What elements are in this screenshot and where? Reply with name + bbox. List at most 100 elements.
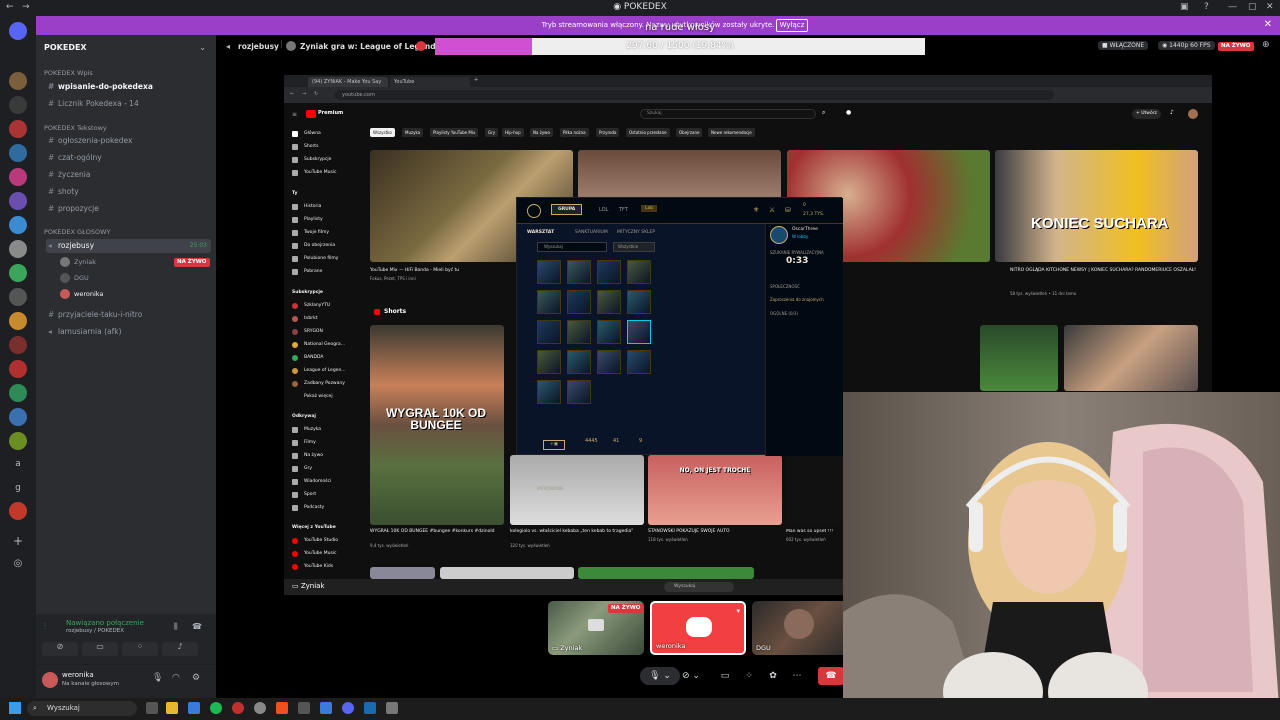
nav-movies[interactable]: Filmy (292, 438, 316, 448)
voice-user[interactable]: DGU (60, 272, 89, 284)
lol-friend-group[interactable]: OGÓLNE (0/3) (770, 311, 798, 316)
participant-tile[interactable]: ▭ Zyniak NA ŻYWO (548, 601, 644, 655)
home-icon[interactable] (9, 22, 27, 40)
browser-tab[interactable]: (94) ZYNiAK - Make You Say (308, 77, 388, 87)
champion-icon[interactable] (537, 290, 561, 314)
nav-subscription[interactable]: SRYGON (292, 327, 323, 337)
soundboard-button[interactable]: ♪ (162, 642, 198, 656)
banner-close-icon[interactable]: ✕ (1264, 19, 1272, 30)
short-thumbnail[interactable] (510, 455, 644, 525)
champion-icon[interactable] (537, 260, 561, 284)
category-label[interactable]: POKEDEX Wpis (44, 69, 93, 77)
short-thumbnail[interactable]: NO, ON JEST TROCHĘ (648, 455, 782, 525)
participant-options-icon[interactable]: ▾ (736, 607, 740, 615)
server-icon[interactable] (9, 216, 27, 234)
microphone-icon[interactable]: ● (846, 109, 851, 116)
server-initial-icon[interactable]: a (9, 459, 27, 469)
disable-streamer-mode-button[interactable]: Wyłącz (776, 19, 808, 32)
lol-subtab-mythic-shop[interactable]: MITYCZNY SKLEP (617, 230, 655, 235)
nav-music[interactable]: Muzyka (292, 425, 321, 435)
quality-badge[interactable]: ◉ 1440p 60 FPS (1158, 41, 1215, 50)
forward-icon[interactable]: → (22, 2, 30, 12)
lol-subtab-sanctuary[interactable]: SANKTUARIUM (575, 230, 608, 235)
channel-item[interactable]: # Licznik Pokedexa - 14 (46, 97, 211, 111)
mute-button[interactable]: 🎙︎ ⌄ (640, 667, 680, 685)
screen-share-icon[interactable]: ▭ (716, 667, 734, 685)
gear-icon[interactable]: ⚙ (192, 673, 200, 683)
avatar[interactable] (770, 226, 788, 244)
video-title[interactable]: NITRO OGLĄDA KITCHONE NEWSY | KONIEC SUC… (1010, 268, 1196, 274)
server-icon[interactable] (9, 240, 27, 258)
nav-subscriptions[interactable]: Subskrypcje (292, 155, 331, 165)
lol-tab-lol[interactable]: LOL (599, 207, 608, 213)
disconnect-icon[interactable]: ☎ (192, 622, 202, 631)
voice-user[interactable]: weronika (60, 288, 103, 300)
nav-podcasts[interactable]: Podcasty (292, 503, 324, 513)
short-thumbnail[interactable]: WYGRAŁ 10K OD BUNGEE (370, 325, 504, 525)
champion-icon[interactable] (567, 320, 591, 344)
champion-icon[interactable] (627, 260, 651, 284)
channel-item[interactable]: # wpisanie-do-pokedexa (46, 80, 211, 94)
maximize-button[interactable]: ▢ (1248, 2, 1257, 12)
spotify-icon[interactable] (210, 702, 222, 714)
address-bar[interactable]: youtube.com (334, 90, 1054, 100)
server-icon[interactable] (9, 288, 27, 306)
server-icon[interactable] (9, 336, 27, 354)
activities-icon[interactable]: ⁘ (740, 667, 758, 685)
help-icon[interactable]: ? (1204, 2, 1209, 12)
server-icon[interactable] (9, 408, 27, 426)
youtube-logo-icon[interactable] (306, 110, 316, 118)
champion-icon[interactable] (567, 380, 591, 404)
nav-gaming[interactable]: Gry (292, 464, 312, 474)
filter-chip[interactable]: Hip-hop (502, 128, 524, 137)
noise-suppression-icon[interactable]: ⫼ (174, 622, 178, 632)
add-server-icon[interactable]: + (9, 534, 27, 548)
category-label[interactable]: POKEDEX Tekstowy (44, 124, 107, 132)
video-thumbnail[interactable] (578, 567, 754, 579)
nav-sport[interactable]: Sport (292, 490, 316, 500)
avatar[interactable] (1188, 109, 1198, 119)
menu-icon[interactable]: ≡ (292, 111, 297, 118)
server-icon[interactable] (9, 96, 27, 114)
soundboard-icon[interactable]: ✿ (764, 667, 782, 685)
lol-friend-requests[interactable]: Zaproszenia do znajomych (770, 297, 824, 302)
channel-item[interactable]: ◂ lamusiarnia (afk) (46, 325, 211, 339)
nav-watch-later[interactable]: Do obejrzenia (292, 241, 335, 251)
lol-filter-dropdown[interactable]: Wszystkie (613, 242, 655, 252)
server-icon[interactable] (9, 72, 27, 90)
app-icon[interactable] (320, 702, 332, 714)
server-name[interactable]: POKEDEX (44, 43, 87, 52)
short-title[interactable]: kolegiolo vs. właściciel kebaba „ten keb… (510, 529, 640, 535)
screen-share-button[interactable]: ▭ (82, 642, 118, 656)
nav-yt-studio[interactable]: YouTube Studio (292, 536, 338, 546)
channel-item[interactable]: # życzenia (46, 168, 211, 182)
nav-show-more[interactable]: Pokaż więcej (292, 392, 333, 402)
nav-yt-music-2[interactable]: YouTube Music (292, 549, 337, 559)
add-icon[interactable]: +▣ (543, 440, 565, 450)
avatar[interactable] (42, 672, 58, 688)
lol-client-window[interactable]: GRUPA LOL TFT Lab ⚜ ⚔ ⛁ 0 27,3 TYS. WARS… (516, 197, 843, 491)
nav-yt-music[interactable]: YouTube Music (292, 168, 337, 178)
server-icon[interactable] (9, 264, 27, 282)
champion-icon[interactable] (597, 320, 621, 344)
brave-icon[interactable] (276, 702, 288, 714)
lol-subtab-workshop[interactable]: WARSZTAT (527, 230, 554, 235)
username[interactable]: weronika (62, 671, 94, 679)
inbox-icon[interactable]: ▣ (1180, 2, 1189, 12)
champion-icon[interactable] (567, 350, 591, 374)
lol-tab-tft[interactable]: TFT (619, 207, 628, 213)
collection-icon[interactable]: ⚔ (769, 206, 775, 214)
nav-shorts[interactable]: Shorts (292, 142, 318, 152)
server-icon[interactable] (9, 360, 27, 378)
champion-icon[interactable] (537, 320, 561, 344)
search-icon[interactable]: ⌕ (822, 109, 825, 117)
activities-button[interactable]: ⁘ (122, 642, 158, 656)
lol-tab-lab[interactable]: Lab (641, 205, 658, 212)
filter-chip[interactable]: Muzyka (402, 128, 424, 137)
bell-icon[interactable]: ♪ (1170, 109, 1174, 116)
champion-icon[interactable] (627, 290, 651, 314)
discord-icon[interactable] (342, 702, 354, 714)
windows-start-icon[interactable] (9, 702, 21, 714)
back-icon[interactable]: ← (6, 2, 14, 12)
camera-button[interactable]: ⊘ ⌄ (676, 667, 706, 685)
